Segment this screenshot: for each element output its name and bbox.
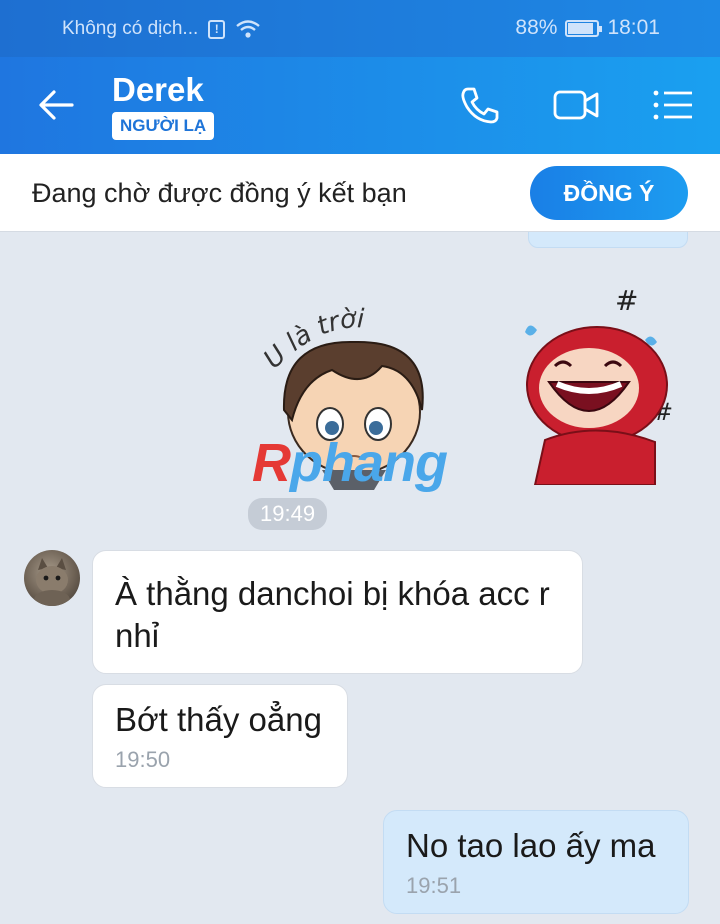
battery-level xyxy=(568,22,594,34)
friend-request-bar: Đang chờ được đồng ý kết bạn ĐỒNG Ý xyxy=(0,154,720,232)
message-bubble-sent[interactable]: No tao lao ấy ma 19:51 xyxy=(383,810,689,914)
battery-icon xyxy=(565,19,603,37)
sticker-timestamp: 19:49 xyxy=(248,498,328,530)
clock: 18:01 xyxy=(607,16,660,39)
message-time: 19:50 xyxy=(115,747,171,772)
friend-request-text: Đang chờ được đồng ý kết bạn xyxy=(32,178,407,208)
message-text: À thằng danchoi bị khóa acc r nhỉ xyxy=(115,575,550,654)
message-text: No tao lao ấy ma xyxy=(406,827,656,864)
sticker-girl-laughing[interactable]: # # # xyxy=(505,270,690,485)
wifi-icon xyxy=(236,20,261,38)
menu-list-icon[interactable] xyxy=(650,83,698,127)
alert-icon: ! xyxy=(208,19,226,39)
svg-text:#: # xyxy=(615,284,638,317)
watermark: Rphang xyxy=(252,432,448,494)
status-bar: Không có dịch... ! 88% 18:01 xyxy=(0,0,720,57)
status-left: Không có dịch... ! xyxy=(62,18,261,40)
back-arrow-icon[interactable] xyxy=(34,85,78,125)
accept-button[interactable]: ĐỒNG Ý xyxy=(530,166,688,220)
contact-avatar[interactable] xyxy=(24,550,80,606)
message-bubble-received[interactable]: À thằng danchoi bị khóa acc r nhỉ xyxy=(92,550,583,674)
chat-area[interactable]: U là trời # # # Rphang 19:49 xyxy=(0,232,720,924)
battery-percent: 88% xyxy=(515,16,558,39)
status-right: 88% 18:01 xyxy=(515,16,660,40)
cat-avatar-icon xyxy=(34,558,70,606)
phone-icon[interactable] xyxy=(456,83,504,127)
message-time: 19:51 xyxy=(406,873,462,898)
chat-header: Derek NGƯỜI LẠ xyxy=(0,57,720,154)
watermark-first-letter: R xyxy=(252,433,291,493)
stranger-badge: NGƯỜI LẠ xyxy=(112,112,215,140)
video-camera-icon[interactable] xyxy=(552,83,600,127)
contact-name[interactable]: Derek xyxy=(112,71,204,109)
previous-message-bubble xyxy=(528,232,688,248)
message-bubble-received[interactable]: Bớt thấy oẳng 19:50 xyxy=(92,684,348,788)
message-text: Bớt thấy oẳng xyxy=(115,701,322,738)
watermark-rest: phang xyxy=(290,433,448,493)
carrier-text: Không có dịch... xyxy=(62,18,199,39)
